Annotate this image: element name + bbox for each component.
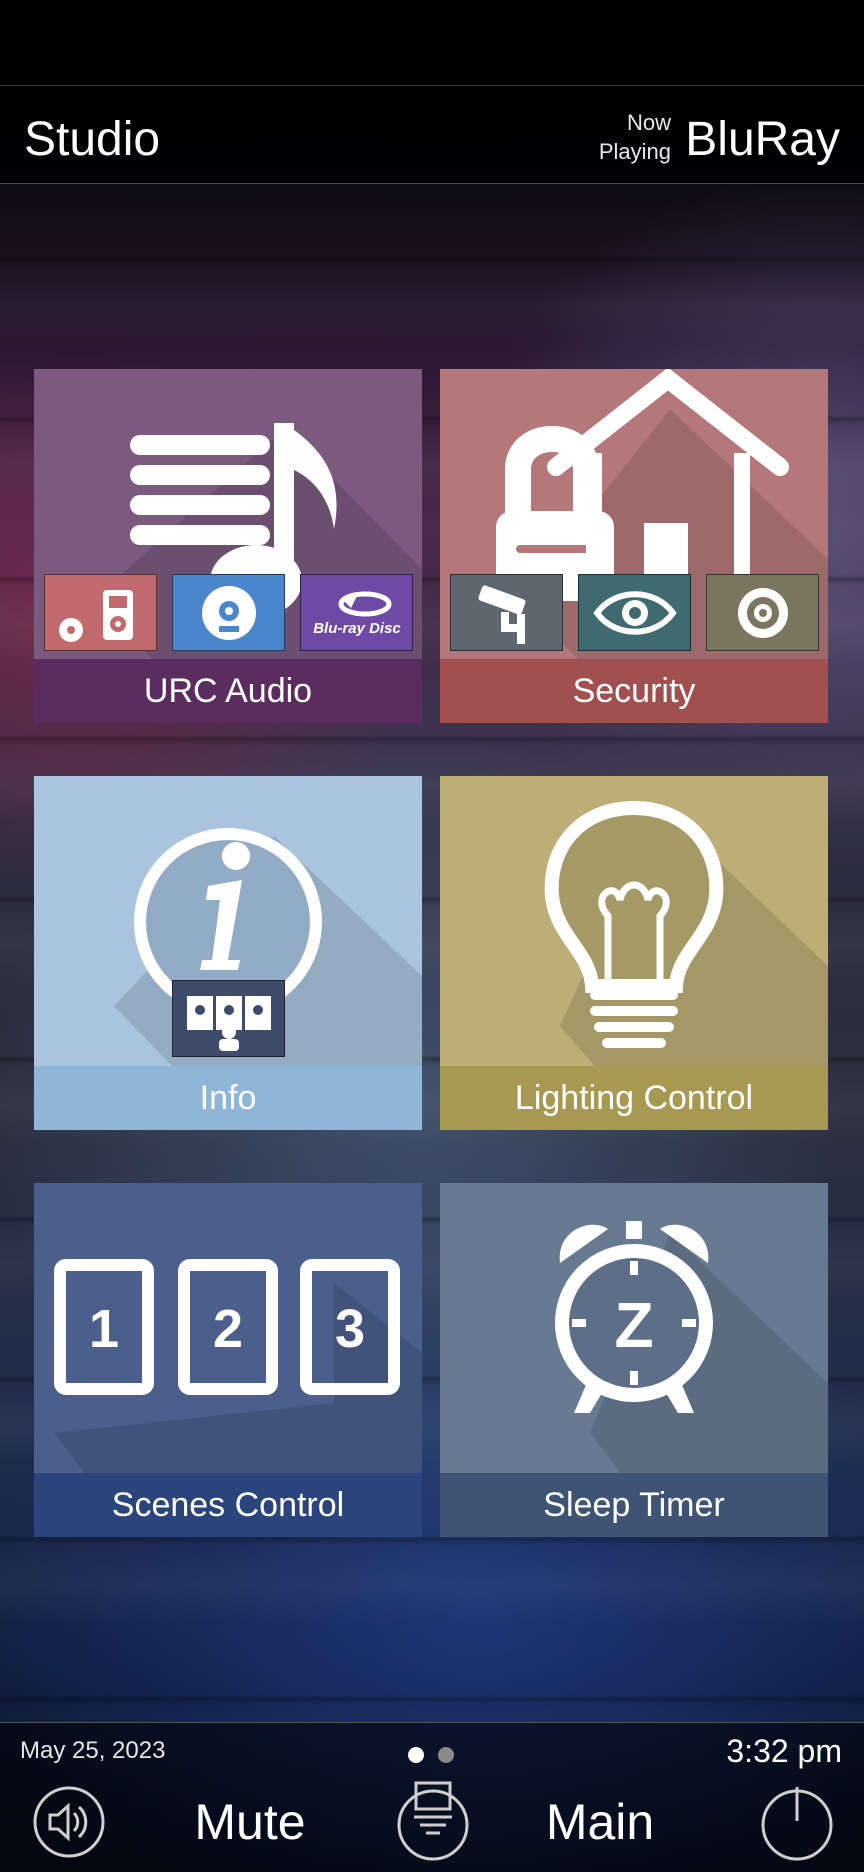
now-playing-label: Now Playing	[599, 108, 671, 166]
tile-label: Info	[34, 1066, 422, 1130]
header: Studio Now Playing BluRay	[0, 86, 864, 184]
ipod-source-button[interactable]	[44, 574, 157, 651]
page-dot[interactable]	[408, 1747, 424, 1763]
tile-urc-audio[interactable]: Blu-ray Disc URC Audio	[34, 369, 422, 723]
bluray-source-button[interactable]: Blu-ray Disc	[300, 574, 413, 651]
scenes-123-icon: 1 2 3	[54, 1259, 400, 1395]
date-display: May 25, 2023	[20, 1737, 166, 1764]
page-indicator	[408, 1747, 454, 1763]
bluray-disc-icon: Blu-ray Disc	[313, 591, 401, 637]
info-options	[172, 980, 285, 1057]
audio-sources: Blu-ray Disc	[44, 574, 413, 651]
cd-icon	[201, 585, 256, 640]
tile-label: Scenes Control	[34, 1473, 422, 1537]
watch-button[interactable]	[578, 574, 691, 651]
tile-lighting-control[interactable]: Lighting Control	[440, 776, 828, 1130]
mute-button[interactable]: Mute	[190, 1785, 310, 1859]
tile-sleep-timer[interactable]: Z Sleep Timer	[440, 1183, 828, 1537]
security-options	[450, 574, 819, 651]
gear-icon	[737, 587, 788, 638]
now-playing-source[interactable]: BluRay	[685, 112, 840, 167]
clock-letter: Z	[614, 1289, 653, 1361]
camera-button[interactable]	[450, 574, 563, 651]
tile-scenes-control[interactable]: 1 2 3 Scenes Control	[34, 1183, 422, 1537]
footer: May 25, 2023 3:32 pm Mute Main	[0, 1722, 864, 1872]
menu-icon	[397, 1781, 469, 1861]
tile-label: Security	[440, 659, 828, 723]
menu-button[interactable]	[396, 1781, 470, 1861]
room-title[interactable]: Studio	[24, 112, 160, 167]
tile-info[interactable]: Info	[34, 776, 422, 1130]
main-button[interactable]: Main	[540, 1785, 660, 1859]
volume-button[interactable]	[32, 1785, 106, 1859]
tile-label: URC Audio	[34, 659, 422, 723]
security-camera-icon	[477, 584, 526, 644]
tile-label: Sleep Timer	[440, 1473, 828, 1537]
video-conference-icon	[186, 995, 271, 1051]
time-display: 3:32 pm	[726, 1733, 842, 1769]
svg-text:Blu-ray Disc: Blu-ray Disc	[313, 620, 401, 637]
light-bulb-icon	[544, 800, 724, 1048]
tile-label: Lighting Control	[440, 1066, 828, 1130]
tile-security[interactable]: Security	[440, 369, 828, 723]
settings-button[interactable]	[706, 574, 819, 651]
page-dot[interactable]	[438, 1747, 454, 1763]
scene-number: 1	[89, 1299, 119, 1359]
status-bar	[0, 0, 864, 86]
power-icon	[761, 1787, 833, 1861]
now-playing-label-line1: Now	[626, 110, 671, 135]
power-button[interactable]	[760, 1783, 834, 1861]
alarm-clock-z-icon: Z	[555, 1221, 713, 1413]
scene-number: 2	[213, 1299, 243, 1359]
ipod-icon	[58, 589, 133, 642]
scene-number: 3	[335, 1299, 365, 1359]
now-playing-label-line2: Playing	[598, 139, 671, 164]
eye-icon	[592, 590, 677, 635]
video-conference-button[interactable]	[172, 980, 285, 1057]
volume-icon	[33, 1786, 105, 1858]
cd-source-button[interactable]	[172, 574, 285, 651]
